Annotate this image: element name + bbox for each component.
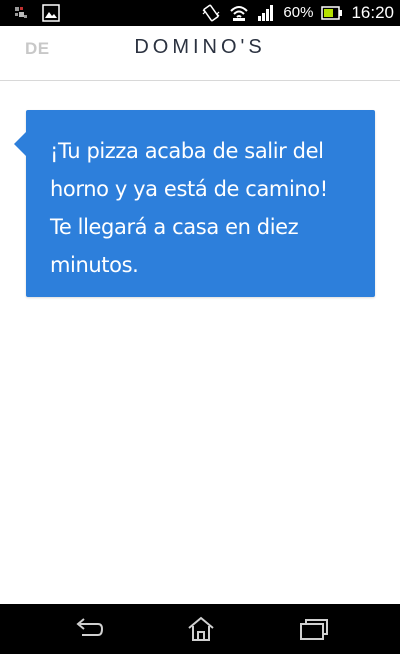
back-icon (72, 616, 106, 642)
message-line: horno y ya está de camino! (50, 177, 328, 201)
image-icon (42, 4, 60, 22)
status-bar: 60% 16:20 (0, 0, 400, 26)
back-button[interactable] (72, 616, 106, 642)
vibrate-icon (201, 3, 221, 23)
message-bubble: ¡Tu pizza acaba de salir del horno y ya … (14, 110, 375, 297)
status-right: 60% 16:20 (201, 0, 394, 26)
message-line: ¡Tu pizza acaba de salir del (50, 139, 324, 163)
screen: 60% 16:20 DE DOMINO'S ¡Tu pizza acaba de… (0, 0, 400, 654)
battery-icon (321, 5, 343, 21)
wifi-icon (229, 4, 249, 22)
message-text: ¡Tu pizza acaba de salir del horno y ya … (50, 132, 355, 284)
app-header: DE DOMINO'S (0, 26, 400, 81)
clock: 16:20 (351, 3, 394, 22)
message-line: Te llegará a casa en diez (50, 215, 299, 239)
bubble-pointer (14, 132, 26, 156)
home-button[interactable] (184, 616, 218, 642)
recent-apps-icon (297, 616, 331, 642)
brand-title: DOMINO'S (134, 36, 266, 58)
signal-icon (257, 4, 275, 22)
nav-bar (0, 604, 400, 654)
status-left (14, 4, 60, 22)
message-line: minutos. (50, 253, 139, 277)
battery-percent: 60% (283, 4, 314, 21)
notification-icon (14, 5, 30, 21)
recent-apps-button[interactable] (297, 616, 331, 642)
home-icon (184, 616, 218, 642)
